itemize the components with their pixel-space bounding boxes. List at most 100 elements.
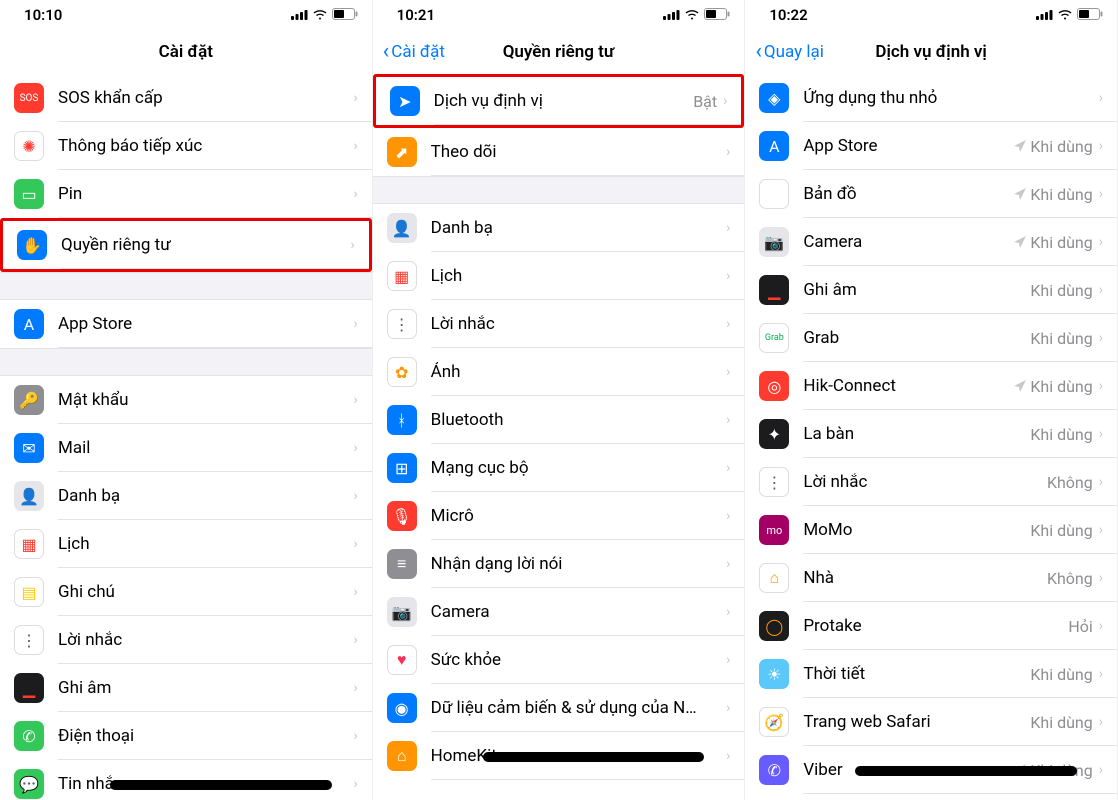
settings-row[interactable]: ✆ViberKhi dùng› — [745, 746, 1117, 794]
settings-row[interactable]: ▭Pin› — [0, 170, 372, 218]
row-detail: Khi dùng — [1014, 233, 1092, 252]
row-label: Thông báo tiếp xúc — [58, 136, 353, 156]
section-gap — [0, 272, 372, 300]
settings-row[interactable]: ⌂NhàKhông› — [745, 554, 1117, 602]
chevron-right-icon: › — [726, 604, 730, 620]
settings-row[interactable]: AApp StoreKhi dùng› — [745, 122, 1117, 170]
settings-list[interactable]: SOSSOS khẩn cấp›✺Thông báo tiếp xúc›▭Pin… — [0, 74, 372, 800]
location-arrow-icon — [1014, 233, 1026, 252]
chevron-right-icon: › — [726, 460, 730, 476]
signal-icon — [291, 6, 308, 24]
camera-app-icon: 📷 — [759, 227, 789, 257]
grab-icon: Grab — [759, 323, 789, 353]
settings-row[interactable]: GrabGrabKhi dùng› — [745, 314, 1117, 362]
settings-row[interactable]: ▤Ghi chú› — [0, 568, 372, 616]
settings-row[interactable]: ▦Lịch› — [0, 520, 372, 568]
chevron-right-icon: › — [1099, 282, 1103, 298]
messages-icon: 💬 — [14, 769, 44, 799]
chevron-right-icon: › — [353, 632, 357, 648]
chevron-right-icon: › — [726, 268, 730, 284]
settings-row[interactable]: ✺Thông báo tiếp xúc› — [0, 122, 372, 170]
location-list[interactable]: ◈Ứng dụng thu nhỏ›AApp StoreKhi dùng›🗺Bả… — [745, 74, 1117, 800]
compass-icon: ✦ — [759, 419, 789, 449]
settings-row[interactable]: ⬈Theo dõi› — [373, 128, 745, 176]
homekit-icon: ⌂ — [387, 741, 417, 771]
settings-row[interactable]: ⊞Mạng cục bộ› — [373, 444, 745, 492]
chevron-right-icon: › — [1099, 762, 1103, 778]
settings-row[interactable]: ◎Hik-ConnectKhi dùng› — [745, 362, 1117, 410]
row-label: Danh bạ — [58, 486, 353, 506]
mic-icon: 🎙 — [387, 501, 417, 531]
settings-row[interactable]: 💬Tin nhắn› — [0, 760, 372, 800]
settings-row[interactable]: ✋Quyền riêng tư› — [3, 221, 369, 269]
settings-row[interactable]: 👤Danh bạ› — [0, 472, 372, 520]
screen-settings: 10:10 Cài đặt SOSSOS khẩn cấp›✺Thông báo… — [0, 0, 373, 800]
settings-row[interactable]: SOSSOS khẩn cấp› — [0, 74, 372, 122]
battery-icon — [704, 6, 730, 24]
privacy-list[interactable]: ➤Dịch vụ định vịBật›⬈Theo dõi›👤Danh bạ›▦… — [373, 74, 745, 800]
chevron-right-icon: › — [353, 138, 357, 154]
appstore-icon: A — [759, 131, 789, 161]
chevron-right-icon: › — [726, 700, 730, 716]
row-label: Nhà — [803, 568, 1047, 588]
sos-icon: SOS — [14, 83, 44, 113]
row-detail: Khi dùng — [1030, 425, 1092, 444]
battery-icon — [1077, 6, 1103, 24]
home-icon: ⌂ — [759, 563, 789, 593]
settings-row[interactable]: ♥Sức khỏe› — [373, 636, 745, 684]
section-gap — [0, 348, 372, 376]
row-label: Trang web Safari — [803, 712, 1030, 732]
safari-icon: 🧭 — [759, 707, 789, 737]
settings-row[interactable]: ▁Ghi âm› — [0, 664, 372, 712]
settings-row[interactable]: ≡Nhận dạng lời nói› — [373, 540, 745, 588]
settings-row[interactable]: ✉Mail› — [0, 424, 372, 472]
row-label: Thời tiết — [803, 664, 1030, 684]
row-label: Hik-Connect — [803, 376, 1014, 396]
contacts-icon: 👤 — [14, 481, 44, 511]
settings-row[interactable]: 🎙Micrô› — [373, 492, 745, 540]
row-label: MoMo — [803, 520, 1030, 540]
settings-row[interactable]: AApp Store› — [0, 300, 372, 348]
row-label: Điện thoại — [58, 726, 353, 746]
settings-row[interactable]: ➤Dịch vụ định vịBật› — [376, 77, 742, 125]
settings-row[interactable]: ☀Thời tiếtKhi dùng› — [745, 650, 1117, 698]
battery-icon — [332, 6, 358, 24]
settings-row[interactable]: 🧭Trang web SafariKhi dùng› — [745, 698, 1117, 746]
settings-row[interactable]: moMoMoKhi dùng› — [745, 506, 1117, 554]
settings-row[interactable]: ◈Ứng dụng thu nhỏ› — [745, 74, 1117, 122]
back-label: Cài đặt — [391, 42, 445, 62]
settings-row[interactable]: ◯ProtakeHỏi› — [745, 602, 1117, 650]
settings-row[interactable]: 🗺Bản đồKhi dùng› — [745, 170, 1117, 218]
chevron-right-icon: › — [726, 364, 730, 380]
settings-row[interactable]: ✿Ảnh› — [373, 348, 745, 396]
settings-row[interactable]: ▦Lịch› — [373, 252, 745, 300]
row-label: Ghi âm — [58, 678, 353, 698]
mail-icon: ✉ — [14, 433, 44, 463]
settings-row[interactable]: ⋮Lời nhắcKhông› — [745, 458, 1117, 506]
settings-row[interactable]: ᚼBluetooth› — [373, 396, 745, 444]
settings-row[interactable]: ⋮Lời nhắc› — [0, 616, 372, 664]
calendar-icon: ▦ — [387, 261, 417, 291]
settings-row[interactable]: ⋮Lời nhắc› — [373, 300, 745, 348]
wifi-icon — [312, 6, 328, 24]
settings-row[interactable]: 📷Camera› — [373, 588, 745, 636]
row-label: Grab — [803, 328, 1030, 348]
notes-icon: ▤ — [14, 577, 44, 607]
hik-icon: ◎ — [759, 371, 789, 401]
voicememo-icon: ▁ — [14, 673, 44, 703]
row-label: Dữ liệu cảm biến & sử dụng của N… — [431, 698, 726, 718]
back-button[interactable]: ‹ Quay lại — [755, 41, 824, 63]
settings-row[interactable]: ✆Điện thoại› — [0, 712, 372, 760]
chevron-right-icon: › — [1099, 522, 1103, 538]
signal-icon — [1036, 6, 1053, 24]
settings-row[interactable]: ⌂HomeKit› — [373, 732, 745, 780]
settings-row[interactable]: 📷CameraKhi dùng› — [745, 218, 1117, 266]
settings-row[interactable]: ✦La bànKhi dùng› — [745, 410, 1117, 458]
settings-row[interactable]: 🔑Mật khẩu› — [0, 376, 372, 424]
settings-row[interactable]: 👤Danh bạ› — [373, 204, 745, 252]
back-button[interactable]: ‹ Cài đặt — [383, 41, 445, 63]
chevron-right-icon: › — [1099, 330, 1103, 346]
screen-location: 10:22 ‹ Quay lại Dịch vụ định vị ◈Ứng dụ… — [745, 0, 1118, 800]
settings-row[interactable]: ▁Ghi âmKhi dùng› — [745, 266, 1117, 314]
settings-row[interactable]: ◉Dữ liệu cảm biến & sử dụng của N…› — [373, 684, 745, 732]
